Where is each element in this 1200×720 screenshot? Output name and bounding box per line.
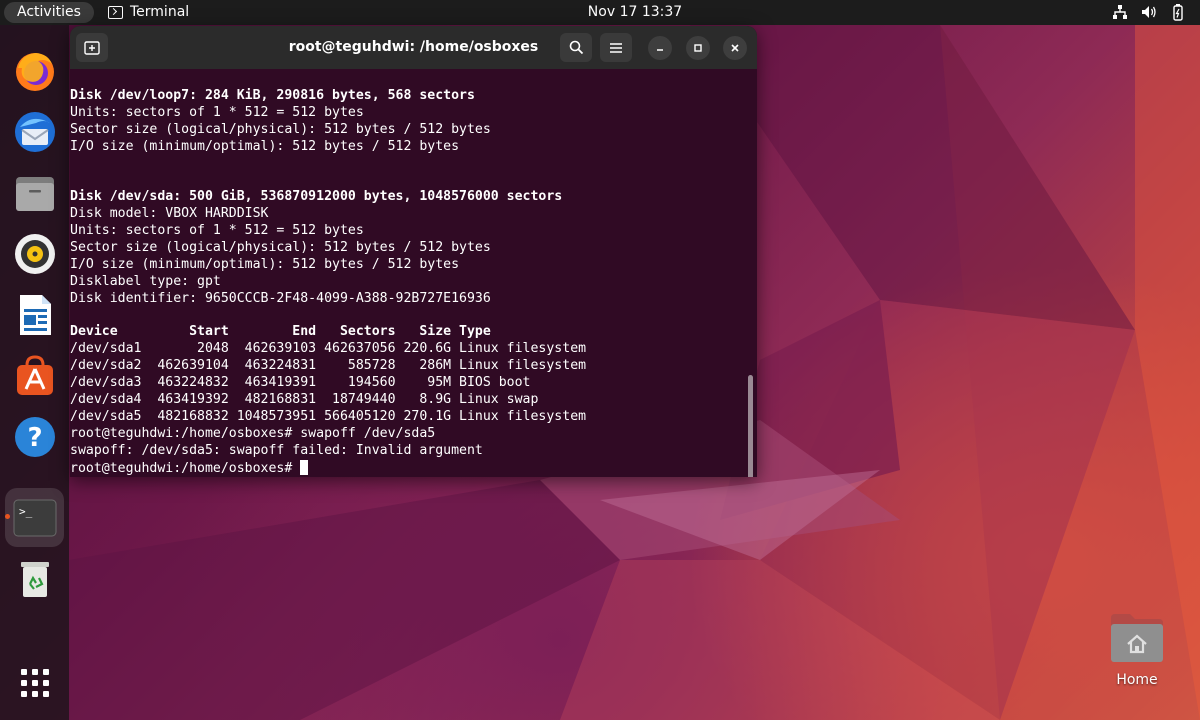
dock-item-show-apps[interactable] [5,653,64,712]
battery-icon[interactable] [1170,3,1186,21]
show-apps-icon [20,668,49,697]
dock-item-terminal[interactable]: >_ [5,488,64,547]
terminal-line: Disk model: VBOX HARDDISK [70,206,269,222]
desktop-home-folder[interactable]: Home [1104,612,1170,692]
running-indicator [5,514,10,519]
terminal-app-icon [108,6,123,19]
minimize-button[interactable] [648,36,672,60]
close-button[interactable] [723,36,747,60]
rhythmbox-icon [14,233,55,274]
volume-icon[interactable] [1141,3,1157,21]
home-folder-icon [1111,614,1163,662]
terminal-prompt-line: root@teguhdwi:/home/osboxes# [70,459,757,477]
dock-item-files[interactable] [5,163,64,222]
terminal-line: Units: sectors of 1 * 512 = 512 bytes [70,104,364,120]
search-button[interactable] [560,33,592,62]
thunderbird-icon [14,111,55,152]
terminal-icon: >_ [13,499,56,536]
terminal-line: Disk /dev/sda: 500 GiB, 536870912000 byt… [70,189,563,205]
network-icon[interactable] [1112,3,1128,21]
minimize-icon [657,49,663,51]
hamburger-icon [610,42,622,53]
terminal-line: root@teguhdwi:/home/osboxes# swapoff /de… [70,425,436,441]
terminal-output[interactable]: Disk /dev/loop7: 284 KiB, 290816 bytes, … [70,69,757,477]
svg-text:>_: >_ [19,505,33,518]
terminal-line: /dev/sda2 462639104 463224831 585728 286… [70,358,587,374]
maximize-icon [694,44,702,52]
hamburger-menu-button[interactable] [600,33,632,62]
dock-item-firefox[interactable] [5,41,64,100]
app-menu-terminal[interactable]: Terminal [108,2,189,23]
desktop: Activities Terminal Nov 17 13:37 ? >_ ro… [0,0,1200,720]
clock[interactable]: Nov 17 13:37 [588,4,682,20]
terminal-scrollbar[interactable] [748,375,753,477]
terminal-line: I/O size (minimum/optimal): 512 bytes / … [70,138,460,154]
terminal-line: /dev/sda5 482168832 1048573951 566405120… [70,408,587,424]
terminal-window[interactable]: root@teguhdwi: /home/osboxes Disk /dev/l… [70,26,757,477]
terminal-titlebar[interactable]: root@teguhdwi: /home/osboxes [70,26,757,69]
dock-item-trash[interactable] [5,549,64,608]
dock-item-thunderbird[interactable] [5,102,64,161]
terminal-lines: Disk /dev/loop7: 284 KiB, 290816 bytes, … [70,88,757,460]
terminal-line: Disk /dev/loop7: 284 KiB, 290816 bytes, … [70,88,475,103]
svg-text:?: ? [27,423,42,453]
dock-item-app-center[interactable] [5,346,64,405]
home-folder-label: Home [1116,672,1158,688]
terminal-line: Device Start End Sectors Size Type [70,324,491,340]
help-icon: ? [14,416,55,457]
terminal-cursor [300,459,309,475]
dock-item-help[interactable]: ? [5,407,64,466]
terminal-line: Disklabel type: gpt [70,273,221,289]
terminal-line: /dev/sda4 463419392 482168831 18749440 8… [70,392,539,408]
close-icon [731,44,739,52]
firefox-icon [15,52,54,91]
terminal-line: I/O size (minimum/optimal): 512 bytes / … [70,256,460,272]
terminal-line: Sector size (logical/physical): 512 byte… [70,240,491,256]
terminal-line: Disk identifier: 9650CCCB-2F48-4099-A388… [70,290,491,306]
new-tab-icon [84,40,100,55]
trash-icon [20,561,49,597]
dock-item-rhythmbox[interactable] [5,224,64,283]
maximize-button[interactable] [686,36,710,60]
new-tab-button[interactable] [76,33,108,62]
app-menu-label: Terminal [130,4,190,20]
files-icon [15,176,54,211]
terminal-line: /dev/sda3 463224832 463419391 194560 95M… [70,375,531,391]
top-bar: Activities Terminal Nov 17 13:37 [0,0,1200,25]
search-icon [569,40,583,55]
app-center-icon [16,354,53,395]
system-tray[interactable] [1112,3,1186,21]
terminal-line: Sector size (logical/physical): 512 byte… [70,121,491,137]
terminal-line: /dev/sda1 2048 462639103 462637056 220.6… [70,341,587,357]
activities-button[interactable]: Activities [4,2,94,23]
writer-icon [19,294,51,335]
terminal-line: Units: sectors of 1 * 512 = 512 bytes [70,223,364,239]
dock-item-writer[interactable] [5,285,64,344]
terminal-line: swapoff: /dev/sda5: swapoff failed: Inva… [70,442,483,458]
dock: ? >_ [0,25,69,720]
terminal-prompt: root@teguhdwi:/home/osboxes# [70,460,301,476]
